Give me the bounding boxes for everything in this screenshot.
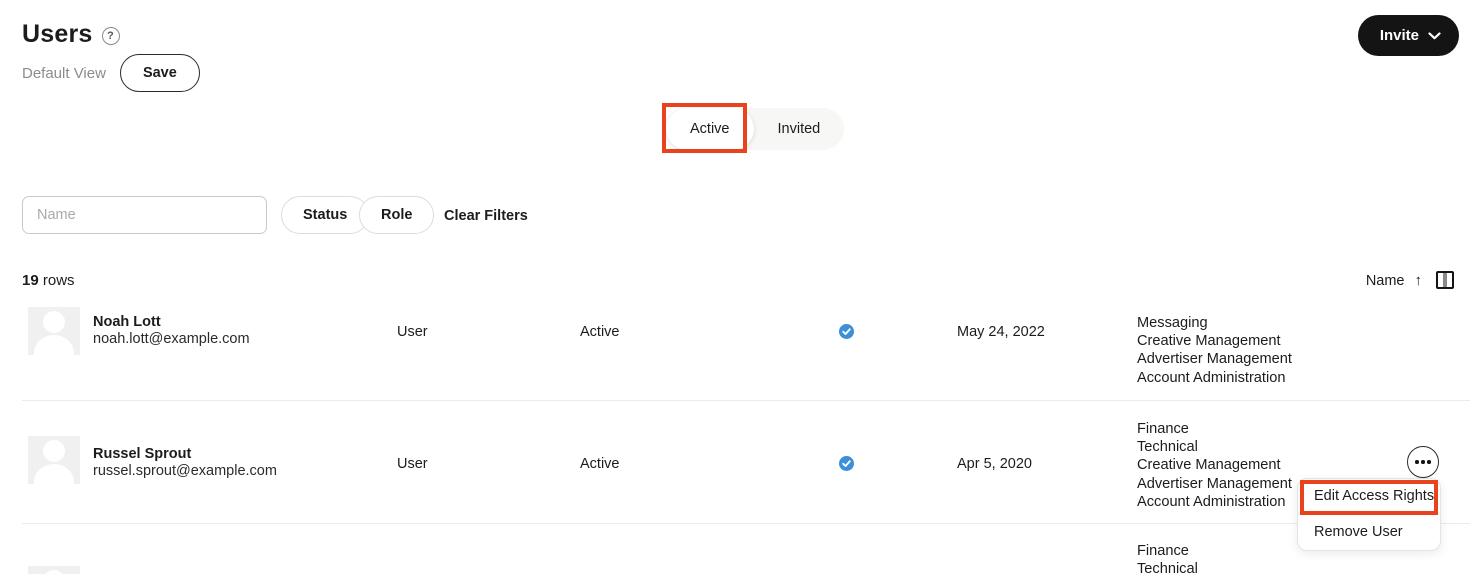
- row-divider: [22, 523, 1470, 524]
- sort-control[interactable]: Name ↑: [1366, 272, 1422, 289]
- user-role: User: [397, 324, 428, 340]
- verified-check-icon: [839, 456, 854, 471]
- column-settings-icon[interactable]: [1436, 271, 1454, 289]
- row-count-number: 19: [22, 272, 39, 289]
- avatar: [28, 436, 80, 484]
- ellipsis-icon: [1415, 460, 1419, 464]
- user-status: Active: [580, 456, 620, 472]
- role-filter-button[interactable]: Role: [359, 196, 434, 234]
- invite-button[interactable]: Invite: [1358, 15, 1459, 56]
- user-permissions: Finance Technical Creative Management Ad…: [1137, 420, 1292, 511]
- help-icon[interactable]: ?: [102, 27, 120, 45]
- sort-column-label: Name: [1366, 273, 1405, 289]
- permission-item: Account Administration: [1137, 369, 1292, 387]
- user-name: Russel Sprout: [93, 446, 191, 462]
- permission-item: Finance: [1137, 420, 1292, 438]
- permission-item: Account Administration: [1137, 493, 1292, 511]
- user-role: User: [397, 456, 428, 472]
- invite-button-label: Invite: [1380, 27, 1419, 44]
- chevron-down-icon: [1428, 32, 1441, 40]
- page-title-text: Users: [22, 20, 93, 49]
- row-actions-menu-button[interactable]: [1407, 446, 1439, 478]
- avatar: [28, 566, 80, 574]
- save-button[interactable]: Save: [120, 54, 200, 92]
- verified-check-icon: [839, 324, 854, 339]
- row-count-label: rows: [43, 272, 75, 289]
- sort-ascending-icon: ↑: [1415, 272, 1423, 289]
- permission-item: Creative Management: [1137, 456, 1292, 474]
- users-page: Users ? Default View Save Invite Active …: [0, 0, 1470, 574]
- permission-item: Messaging: [1137, 314, 1292, 332]
- page-title: Users ?: [22, 20, 120, 49]
- permission-item: Creative Management: [1137, 332, 1292, 350]
- user-date: May 24, 2022: [957, 324, 1045, 340]
- user-email: russel.sprout@example.com: [93, 463, 277, 479]
- row-divider: [22, 400, 1470, 401]
- permission-item: Technical: [1137, 560, 1198, 574]
- permission-item: Technical: [1137, 438, 1292, 456]
- permission-item: Finance: [1137, 542, 1198, 560]
- user-permissions: Finance Technical: [1137, 542, 1198, 574]
- permission-item: Advertiser Management: [1137, 350, 1292, 368]
- avatar: [28, 307, 80, 355]
- permission-item: Advertiser Management: [1137, 475, 1292, 493]
- user-email: noah.lott@example.com: [93, 331, 250, 347]
- user-date: Apr 5, 2020: [957, 456, 1032, 472]
- user-permissions: Messaging Creative Management Advertiser…: [1137, 314, 1292, 387]
- user-name: Noah Lott: [93, 314, 161, 330]
- name-filter-input[interactable]: [22, 196, 267, 234]
- tab-invited[interactable]: Invited: [754, 108, 845, 150]
- menu-item-remove-user[interactable]: Remove User: [1298, 515, 1440, 550]
- row-actions-menu: Edit Access Rights Remove User: [1297, 478, 1441, 551]
- clear-filters-link[interactable]: Clear Filters: [444, 208, 528, 224]
- default-view-label: Default View: [22, 65, 106, 82]
- view-row: Default View Save: [22, 54, 200, 92]
- row-count: 19 rows: [22, 272, 75, 289]
- status-toggle: Active Invited: [666, 108, 844, 150]
- user-status: Active: [580, 324, 620, 340]
- status-filter-button[interactable]: Status: [281, 196, 369, 234]
- menu-item-edit-access-rights[interactable]: Edit Access Rights: [1298, 479, 1440, 514]
- tab-active[interactable]: Active: [666, 108, 754, 150]
